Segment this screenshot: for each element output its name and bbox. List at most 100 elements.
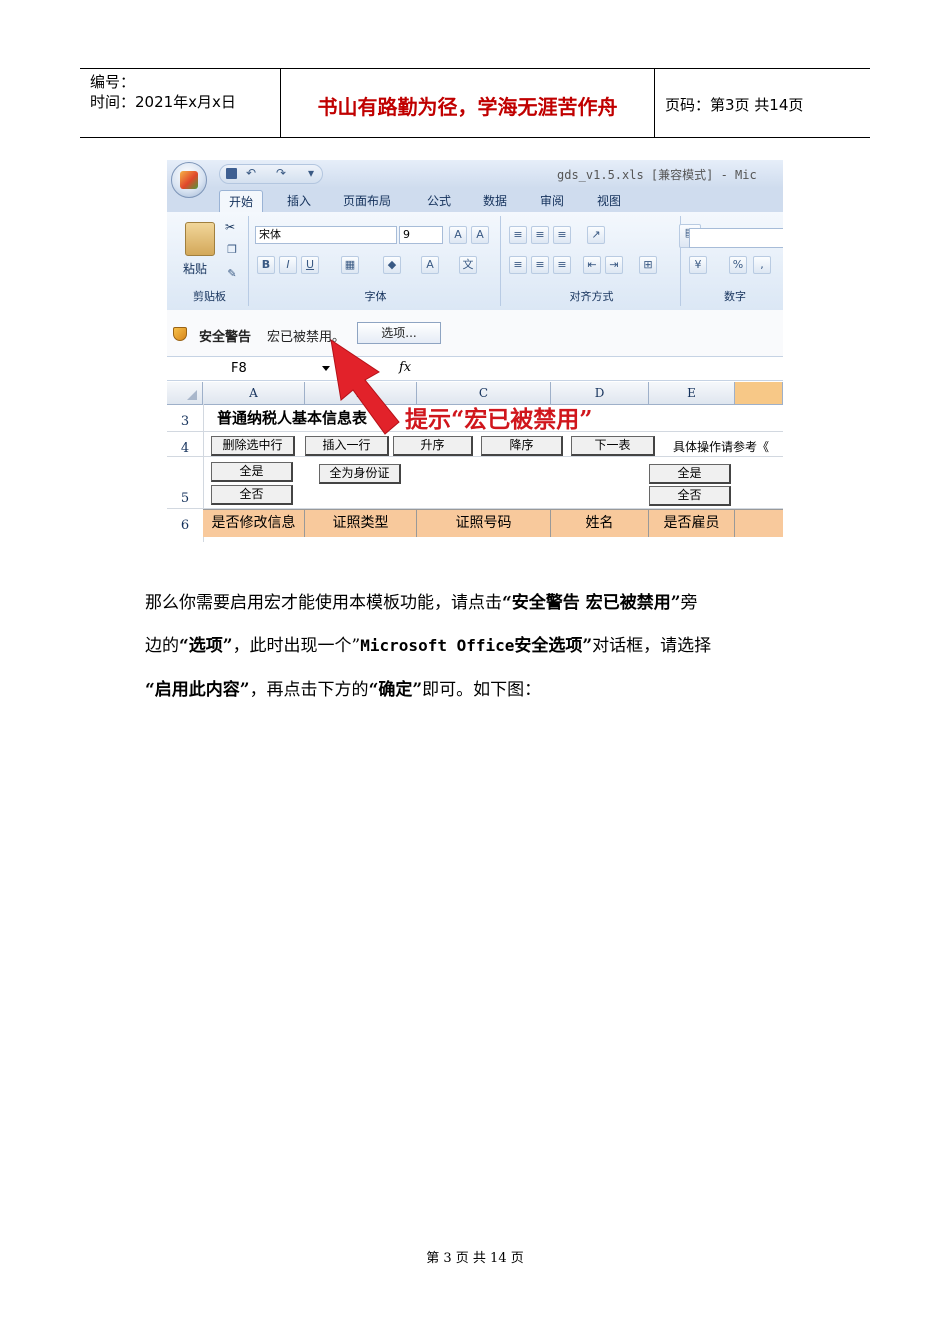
row-header-4[interactable]: 4 [167, 441, 203, 456]
fill-color-icon: ◆ [383, 256, 401, 274]
page-header: 编号： 时间：2021年x月x日 书山有路勤为径，学海无涯苦作舟 页码：第3页 … [80, 68, 870, 138]
para-bold: Microsoft Office [360, 636, 515, 655]
table-header-cell: 是否修改信息 [203, 509, 305, 537]
tab-formulas: 公式 [427, 194, 452, 208]
para-text: 对话框，请选择 [592, 636, 712, 656]
row-header-3[interactable]: 3 [167, 414, 203, 429]
para-text: 即可。如下图： [422, 680, 542, 700]
currency-icon: ¥ [689, 256, 707, 274]
para-bold: “启用此内容” [145, 680, 250, 700]
para-text: 旁 [680, 593, 698, 613]
header-page-cell: 页码：第3页 共14页 [655, 69, 870, 137]
table-header-cell: 姓名 [551, 509, 649, 537]
grid-line [167, 456, 783, 457]
paragraph-line-3: “启用此内容”，再点击下方的“确定”即可。如下图： [145, 675, 810, 700]
formula-bar: F8 fx [167, 358, 783, 381]
align-left-icon: ≡ [509, 256, 527, 274]
font-color-icon: A [421, 256, 439, 274]
border-icon: ▦ [341, 256, 359, 274]
tab-home: 开始 [219, 190, 264, 212]
table-header-cell: 证照号码 [417, 509, 551, 537]
select-all-corner[interactable] [167, 382, 203, 404]
name-box[interactable]: F8 [167, 359, 338, 378]
para-bold: “安全警告 宏已被禁用” [502, 593, 681, 613]
excel-screenshot: ↶ ↷ ▾ gds_v1.5.xls [兼容模式] - Mic 开始 插入 页面… [167, 160, 783, 542]
row-header-5[interactable]: 5 [167, 491, 203, 506]
para-text: ，再点击下方的 [249, 680, 369, 700]
decrease-indent-icon: ⇤ [583, 256, 601, 274]
delete-row-button[interactable]: 删除选中行 [211, 436, 295, 456]
all-yes-right-button[interactable]: 全是 [649, 464, 731, 484]
number-group: ▤ ¥ % , 数字 [679, 216, 783, 306]
font-group: 宋体 9 A A B I U ▦ ◆ A 文 字体 [251, 216, 501, 306]
office-button [171, 162, 207, 198]
quick-access-toolbar: ↶ ↷ ▾ [219, 164, 323, 184]
security-message-bar: 安全警告 宏已被禁用。 选项... [167, 310, 783, 357]
tab-page-layout: 页面布局 [343, 194, 392, 208]
next-table-button[interactable]: 下一表 [571, 436, 655, 456]
column-header-e[interactable]: E [649, 382, 735, 404]
clipboard-group: 粘贴 ✂ ❐ ✎ 剪贴板 [171, 216, 249, 306]
table-header-cell: 是否雇员 [649, 509, 735, 537]
italic-icon: I [279, 256, 297, 274]
shield-icon [173, 327, 187, 341]
ribbon: 粘贴 ✂ ❐ ✎ 剪贴板 宋体 9 A A B I U ▦ ◆ A 文 字体 ≡… [167, 212, 783, 311]
para-bold: 安全选项” [514, 636, 593, 656]
title-bar: ↶ ↷ ▾ gds_v1.5.xls [兼容模式] - Mic [167, 160, 783, 188]
save-icon [226, 168, 237, 179]
paste-label: 粘贴 [183, 262, 208, 276]
column-header-f[interactable] [735, 382, 783, 404]
hint-annotation: 提示“宏已被禁用” [405, 406, 593, 433]
red-arrow-icon [330, 338, 400, 435]
alignment-group: ≡ ≡ ≡ ↗ ≡ ≡ ≡ ⇤ ⇥ ⊞ 对齐方式 [503, 216, 681, 306]
cut-icon: ✂ [225, 220, 236, 234]
tab-data: 数据 [483, 194, 508, 208]
number-label: 编号： [90, 73, 136, 91]
phonetic-icon: 文 [459, 256, 477, 274]
para-bold: “选项” [179, 636, 233, 656]
table-header-cell [735, 509, 783, 537]
shrink-font-icon: A [471, 226, 489, 244]
merge-icon: ⊞ [639, 256, 657, 274]
grow-font-icon: A [449, 226, 467, 244]
paragraph-line-1: 那么你需要启用宏才能使用本模板功能，请点击“安全警告 宏已被禁用”旁 [145, 588, 810, 613]
name-box-value: F8 [231, 361, 247, 376]
font-size-box: 9 [399, 226, 443, 244]
align-center-icon: ≡ [531, 256, 549, 274]
align-right-icon: ≡ [553, 256, 571, 274]
orientation-icon: ↗ [587, 226, 605, 244]
all-yes-left-button[interactable]: 全是 [211, 462, 293, 482]
ribbon-tabs: 开始 插入 页面布局 公式 数据 审阅 视图 [167, 188, 783, 212]
all-no-right-button[interactable]: 全否 [649, 486, 731, 506]
page-footer: 第 3 页 共 14 页 [426, 1251, 524, 1266]
undo-icon: ↶ [246, 166, 257, 180]
table-header-cell: 证照类型 [305, 509, 417, 537]
descending-button[interactable]: 降序 [481, 436, 563, 456]
alignment-group-label: 对齐方式 [569, 290, 614, 303]
percent-icon: % [729, 256, 747, 274]
customize-icon: ▾ [308, 166, 315, 180]
bold-icon: B [257, 256, 275, 274]
font-name-box: 宋体 [255, 226, 397, 244]
para-text: 那么你需要启用宏才能使用本模板功能，请点击 [145, 593, 502, 613]
copy-icon: ❐ [227, 243, 237, 256]
motto: 书山有路勤为径，学海无涯苦作舟 [317, 95, 618, 119]
number-format-box [689, 228, 783, 248]
security-warning-label: 安全警告 [199, 330, 252, 345]
align-middle-icon: ≡ [531, 226, 549, 244]
para-text: 边的 [145, 636, 179, 656]
column-header-a[interactable]: A [203, 382, 305, 404]
align-top-icon: ≡ [509, 226, 527, 244]
tab-view: 视图 [597, 194, 622, 208]
para-bold: “确定” [368, 680, 423, 700]
header-motto-cell: 书山有路勤为径，学海无涯苦作舟 [281, 69, 655, 137]
paste-icon [185, 222, 215, 256]
header-meta-cell: 编号： 时间：2021年x月x日 [80, 69, 281, 137]
all-no-left-button[interactable]: 全否 [211, 485, 293, 505]
row-header-6[interactable]: 6 [167, 518, 203, 533]
refer-text: 具体操作请参考《 [673, 440, 770, 454]
underline-icon: U [301, 256, 319, 274]
format-painter-icon: ✎ [227, 267, 237, 280]
all-id-button[interactable]: 全为身份证 [319, 464, 401, 484]
tab-insert: 插入 [287, 194, 312, 208]
